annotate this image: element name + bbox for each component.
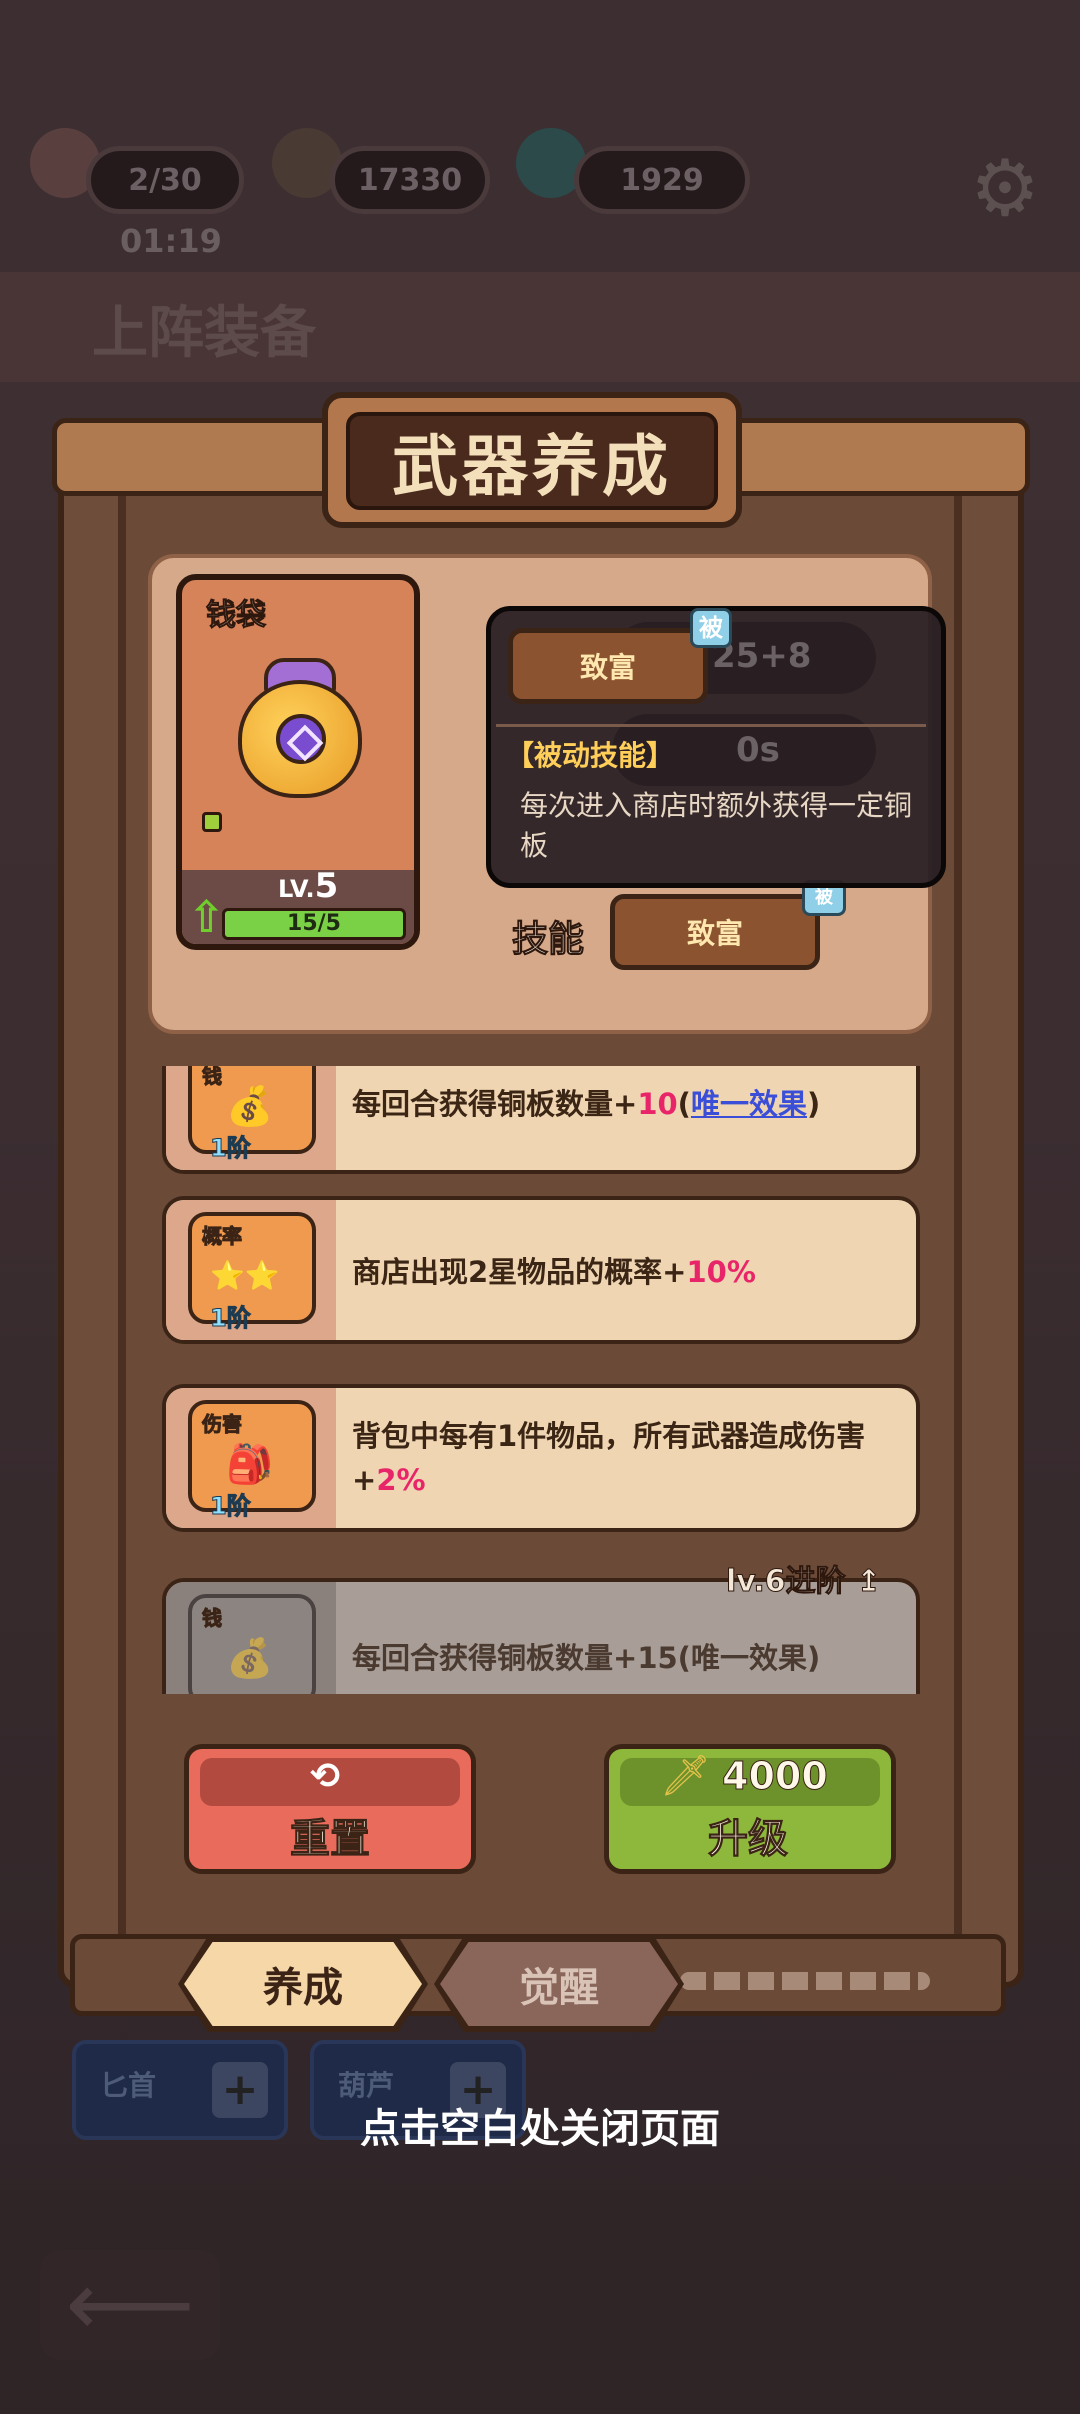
money-bag-icon: 💰 [226, 1636, 274, 1680]
coin-value: 17330 [357, 162, 463, 198]
close-hint: 点击空白处关闭页面 [360, 2106, 720, 2152]
tab-label: 觉醒 [440, 1942, 678, 2026]
weapon-card[interactable]: 钱袋 LV.5 ⇧ 15/5 [176, 574, 420, 950]
skill-label: 技能 [511, 919, 585, 961]
money-bag-icon: 💰 [226, 1084, 274, 1128]
tab-label: 养成 [184, 1942, 422, 2026]
unique-effect-link[interactable]: 唯一效果 [691, 1087, 807, 1121]
weapon-level: LV.5 [278, 866, 338, 906]
reset-label: 重置 [290, 1816, 371, 1863]
effect-text: 每回合获得铜板数量+15(唯一效果) [352, 1636, 912, 1680]
stamina-counter[interactable]: 2/30 [86, 146, 244, 214]
effect-value: 10% [686, 1255, 756, 1289]
backpack-icon: 🎒 [226, 1442, 274, 1486]
gear-icon[interactable]: ⚙ [970, 150, 1040, 228]
up-arrow-icon: ↥ [856, 1564, 882, 1600]
effect-text-prefix: 每回合获得铜板数量+ [352, 1087, 638, 1121]
gem-value: 1929 [620, 162, 704, 198]
effect-text: 商店出现2星物品的概率+10% [352, 1250, 912, 1294]
weapon-name: 钱袋 [206, 598, 267, 634]
level-value: 5 [314, 866, 339, 906]
coin-counter[interactable]: 17330 [330, 146, 490, 214]
title-plaque-inner: 武器养成 [346, 412, 718, 510]
advance-requirement-text: lv.6进阶 [726, 1564, 847, 1600]
level-prefix: LV. [278, 875, 315, 903]
effect-tier: 1阶 [210, 1304, 252, 1333]
sword-icon: 🗡 [660, 1753, 711, 1799]
effect-value: 15 [637, 1641, 678, 1675]
stamina-value: 2/30 [128, 162, 202, 198]
upgrade-cost: 4000 [722, 1754, 829, 1799]
tab-awaken[interactable]: 觉醒 [434, 1936, 684, 2032]
effect-tag: 钱 [202, 1066, 223, 1089]
tooltip-faded-stat-2: 0s [736, 730, 780, 770]
effect-value: 2% [376, 1463, 426, 1497]
effect-tag: 钱 [202, 1606, 223, 1631]
refresh-icon: ⟲ [310, 1756, 341, 1797]
section-title: 上阵装备 [92, 301, 316, 366]
effect-row: 概率 ⭐⭐ 1阶 商店出现2星物品的概率+10% [162, 1196, 920, 1344]
advance-requirement: lv.6进阶 ↥ [726, 1556, 882, 1600]
upgrade-label: 升级 [708, 1816, 789, 1863]
chain-decoration [680, 1972, 930, 1990]
tooltip-divider [496, 724, 926, 727]
effect-value: 10 [637, 1087, 678, 1121]
effect-tier: 1阶 [210, 1134, 252, 1163]
tooltip-description: 每次进入商店时额外获得一定铜板 [520, 789, 913, 862]
tooltip-heading: 【被动技能】 [506, 739, 675, 772]
effect-text-mid: ( [677, 1087, 691, 1121]
tab-cultivate[interactable]: 养成 [178, 1936, 428, 2032]
bag-gem [276, 714, 326, 764]
level-progress-bar: 15/5 [222, 908, 406, 940]
skill-button[interactable]: 致富 [610, 894, 820, 970]
effect-row: 钱 💰 1阶 每回合获得铜板数量+10(唯一效果) [162, 1066, 920, 1174]
effect-text-suffix: ) [806, 1087, 821, 1121]
effect-text-mid: ( [677, 1641, 691, 1675]
star-icon: ⭐⭐ [210, 1259, 280, 1292]
effect-tag: 概率 [202, 1224, 243, 1249]
effect-text-suffix: ) [806, 1641, 821, 1675]
effect-text-prefix: 每回合获得铜板数量+ [352, 1641, 638, 1675]
effect-tag: 伤害 [202, 1412, 243, 1437]
effect-text: 每回合获得铜板数量+10(唯一效果) [352, 1082, 912, 1126]
timer-text: 01:19 [120, 222, 222, 260]
tooltip-passive-badge: 被 [690, 608, 732, 648]
effect-tier: 1阶 [210, 1492, 252, 1521]
effect-text-prefix: 背包中每有1件物品，所有武器造成伤害+ [352, 1419, 866, 1497]
effect-text-prefix: 商店出现2星物品的概率+ [352, 1255, 687, 1289]
unique-effect-link: 唯一效果 [690, 1641, 807, 1675]
effect-text: 背包中每有1件物品，所有武器造成伤害+2% [352, 1414, 912, 1502]
tooltip-skill-name: 致富 [508, 628, 708, 704]
quality-dot [202, 812, 222, 832]
back-arrow-icon[interactable]: ⟵ [40, 2250, 220, 2360]
modal-title: 武器养成 [392, 428, 672, 505]
effect-row: 伤害 🎒 1阶 背包中每有1件物品，所有武器造成伤害+2% [162, 1384, 920, 1532]
gem-counter[interactable]: 1929 [574, 146, 750, 214]
